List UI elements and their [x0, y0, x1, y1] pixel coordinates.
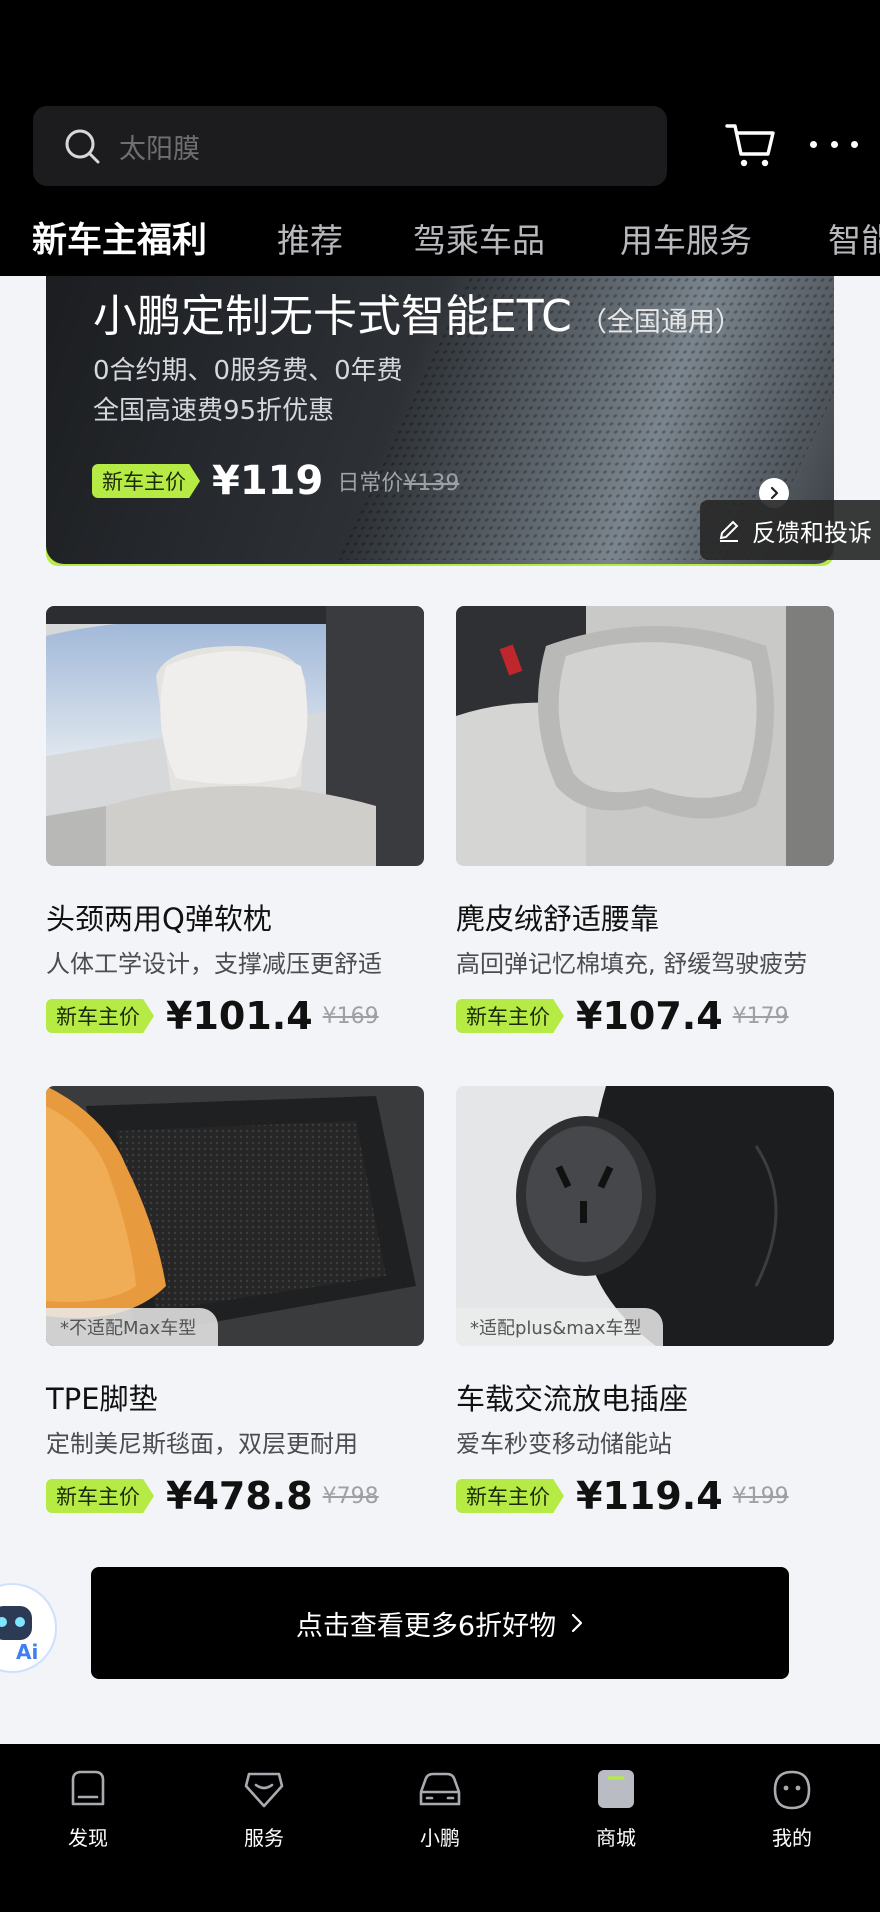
car-icon: [419, 1772, 461, 1806]
product-old-price: ¥169: [322, 1003, 379, 1029]
new-owner-price-badge: 新车主价: [92, 464, 200, 498]
product-image-headrest-pillow[interactable]: [46, 606, 424, 866]
product-image-ac-socket[interactable]: *适配plus&max车型: [456, 1086, 834, 1346]
product-old-price: ¥798: [322, 1483, 379, 1509]
mall-icon: [598, 1770, 634, 1808]
product-price-row: 新车主价 ¥101.4 ¥169: [46, 994, 379, 1038]
product-card[interactable]: *不适配Max车型 TPE脚垫 定制美尼斯毯面，双层更耐用 新车主价 ¥478.…: [46, 1086, 424, 1536]
product-card[interactable]: 头颈两用Q弹软枕 人体工学设计，支撑减压更舒适 新车主价 ¥101.4 ¥169: [46, 606, 424, 1056]
nav-mall[interactable]: 商城: [528, 1744, 704, 1912]
category-tabs: 新车主福利 推荐 驾乘车品 用车服务 智能: [0, 208, 880, 268]
more-menu-icon[interactable]: [810, 128, 858, 160]
product-old-price: ¥179: [732, 1003, 789, 1029]
product-price: ¥478.8: [166, 1474, 313, 1518]
nav-discover[interactable]: 发现: [0, 1744, 176, 1912]
product-desc: 定制美尼斯毯面，双层更耐用: [46, 1430, 358, 1458]
product-name: 麂皮绒舒适腰靠: [456, 902, 660, 936]
profile-icon: [773, 1770, 811, 1810]
product-desc: 高回弹记忆棉填充, 舒缓驾驶疲劳: [456, 950, 808, 978]
ai-badge: Ai: [16, 1640, 39, 1664]
nav-service[interactable]: 服务: [176, 1744, 352, 1912]
tab-driving-products[interactable]: 驾乘车品: [413, 214, 545, 262]
tab-smart[interactable]: 智能: [828, 214, 880, 262]
product-name: 车载交流放电插座: [456, 1382, 689, 1416]
top-header: 太阳膜 新车主福利 推荐 驾乘车品 用车服务 智能: [0, 0, 880, 276]
product-name: 头颈两用Q弹软枕: [46, 902, 272, 936]
product-card[interactable]: *适配plus&max车型 车载交流放电插座 爱车秒变移动储能站 新车主价 ¥1…: [456, 1086, 834, 1536]
new-owner-price-badge: 新车主价: [46, 999, 154, 1033]
product-desc: 爱车秒变移动储能站: [456, 1430, 672, 1458]
product-price: ¥107.4: [576, 994, 723, 1038]
search-placeholder: 太阳膜: [119, 133, 200, 165]
view-more-button[interactable]: 点击查看更多6折好物: [91, 1567, 789, 1679]
search-icon: [65, 129, 100, 164]
banner-old-price: 日常价¥139: [337, 471, 460, 496]
discover-icon: [71, 1770, 105, 1806]
nav-profile[interactable]: 我的: [704, 1744, 880, 1912]
banner-price-row: 新车主价 ¥119 日常价¥139: [92, 458, 459, 504]
tab-new-owner-benefits[interactable]: 新车主福利: [32, 212, 207, 263]
chevron-right-icon: [571, 1613, 583, 1633]
feedback-button[interactable]: 反馈和投诉: [700, 500, 880, 560]
product-image-tpe-floor-mat[interactable]: *不适配Max车型: [46, 1086, 424, 1346]
banner-title: 小鹏定制无卡式智能ETC （全国通用）: [93, 291, 742, 342]
tab-car-services[interactable]: 用车服务: [620, 214, 752, 262]
banner-price: ¥119: [212, 458, 324, 504]
ai-assistant-button[interactable]: Ai: [0, 1572, 58, 1684]
tab-recommend[interactable]: 推荐: [277, 214, 343, 262]
bottom-nav: 发现 服务 小鹏 商城 我的: [0, 1744, 880, 1912]
product-card[interactable]: 麂皮绒舒适腰靠 高回弹记忆棉填充, 舒缓驾驶疲劳 新车主价 ¥107.4 ¥17…: [456, 606, 834, 1056]
nav-xpeng[interactable]: 小鹏: [352, 1744, 528, 1912]
cart-icon[interactable]: [724, 118, 776, 170]
service-icon: [244, 1772, 284, 1808]
product-price: ¥101.4: [166, 994, 313, 1038]
compatibility-note: *适配plus&max车型: [456, 1308, 664, 1346]
banner-line-1: 0合约期、0服务费、0年费: [93, 356, 403, 386]
new-owner-price-badge: 新车主价: [456, 1479, 564, 1513]
compatibility-note: *不适配Max车型: [46, 1308, 219, 1346]
edit-icon: [719, 520, 739, 542]
product-price: ¥119.4: [576, 1474, 723, 1518]
product-name: TPE脚垫: [46, 1382, 158, 1416]
app-root: 太阳膜 新车主福利 推荐 驾乘车品 用车服务 智能 小鹏定制无卡式智能ETC （全…: [0, 0, 880, 1912]
search-bar[interactable]: 太阳膜: [33, 106, 667, 186]
product-desc: 人体工学设计，支撑减压更舒适: [46, 950, 382, 978]
product-price-row: 新车主价 ¥119.4 ¥199: [456, 1474, 789, 1518]
banner-line-2: 全国高速费95折优惠: [93, 396, 335, 426]
product-price-row: 新车主价 ¥107.4 ¥179: [456, 994, 789, 1038]
new-owner-price-badge: 新车主价: [46, 1479, 154, 1513]
product-old-price: ¥199: [732, 1483, 789, 1509]
product-image-lumbar-cushion[interactable]: [456, 606, 834, 866]
new-owner-price-badge: 新车主价: [456, 999, 564, 1033]
product-price-row: 新车主价 ¥478.8 ¥798: [46, 1474, 379, 1518]
